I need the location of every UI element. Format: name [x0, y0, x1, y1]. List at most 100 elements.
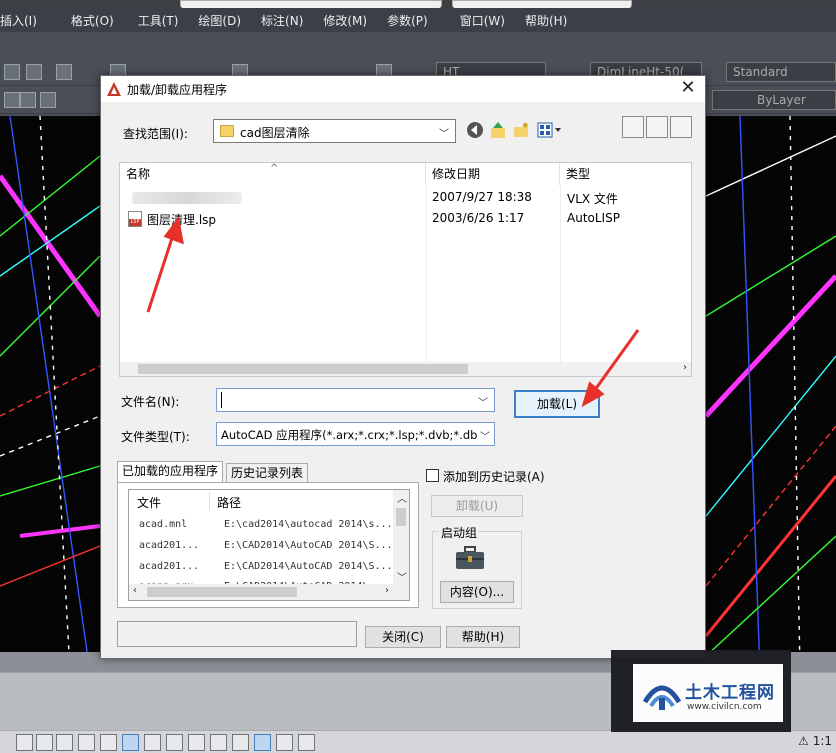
loaded-apps-list[interactable]: 文件 路径 acad.mnl E:\cad2014\autocad 2014\s… — [128, 489, 410, 601]
scroll-right-icon[interactable]: › — [683, 362, 687, 373]
scroll-right-icon[interactable]: › — [385, 585, 389, 596]
views-icon[interactable] — [537, 121, 563, 139]
sun-icon[interactable] — [40, 92, 56, 108]
blurred-filename — [132, 192, 242, 204]
help-button[interactable]: 帮助(H) — [446, 626, 520, 648]
find-file-icon[interactable] — [622, 116, 644, 138]
menu-draw[interactable]: 绘图(D) — [188, 12, 251, 29]
dialog-title-bar: 加载/卸载应用程序 ✕ — [101, 76, 705, 102]
loaded-app-file: acad.mnl — [139, 519, 188, 530]
column-header-type[interactable]: 类型 — [560, 163, 691, 185]
menu-bar: 插入(I) 格式(O) 工具(T) 绘图(D) 标注(N) 修改(M) 参数(P… — [0, 8, 836, 32]
look-in-combo[interactable]: cad图层清除 ﹀ — [213, 119, 456, 143]
undo-icon[interactable] — [56, 64, 72, 80]
horizontal-scrollbar[interactable]: › — [120, 362, 691, 376]
ucs-icon[interactable] — [188, 734, 205, 751]
open-icon[interactable] — [4, 64, 20, 80]
menu-insert[interactable]: 插入(I) — [0, 12, 47, 29]
file-row[interactable]: LSP 图层清理.lsp 2003/6/26 1:17 AutoLISP — [120, 208, 691, 229]
filetype-label: 文件类型(T): — [121, 430, 190, 444]
filename-combo[interactable]: ﹀ — [216, 388, 495, 412]
watermark-title: 土木工程网 — [685, 683, 775, 703]
file-list[interactable]: ^ 名称 修改日期 类型 2007/9/27 18:38 VLX 文件 LSP … — [119, 162, 692, 377]
horizontal-scrollbar[interactable]: ‹ › — [129, 584, 409, 600]
lwt-icon[interactable] — [232, 734, 249, 751]
annotation-scale-value: 1:1 — [812, 734, 832, 748]
dyn-icon[interactable] — [210, 734, 227, 751]
startup-suite-label: 启动组 — [439, 524, 480, 541]
briefcase-icon — [456, 546, 484, 569]
menu-modify[interactable]: 修改(M) — [313, 12, 377, 29]
svg-text:✸: ✸ — [522, 121, 529, 130]
contents-button[interactable]: 内容(O)... — [440, 581, 514, 603]
new-folder-icon[interactable]: ✸ — [512, 121, 530, 139]
osnap-icon[interactable] — [122, 734, 139, 751]
linetype-combo[interactable]: ByLayer — [712, 90, 836, 110]
sc-icon[interactable] — [298, 734, 315, 751]
close-icon[interactable]: ✕ — [677, 78, 699, 100]
chevron-down-icon: ﹀ — [439, 129, 449, 140]
add-to-favorites-icon[interactable] — [670, 116, 692, 138]
status-message-field — [117, 621, 357, 647]
column-header-path[interactable]: 路径 — [217, 494, 241, 511]
load-button[interactable]: 加载(L) — [514, 390, 600, 418]
grid-icon[interactable] — [56, 734, 73, 751]
vertical-scrollbar[interactable]: ︿ ﹀ — [393, 490, 409, 584]
look-in-value: cad图层清除 — [240, 126, 310, 140]
loaded-app-path: E:\cad2014\autocad 2014\s... — [224, 519, 393, 530]
web-search-icon[interactable] — [646, 116, 668, 138]
otrack-icon[interactable] — [166, 734, 183, 751]
tab-loaded-apps[interactable]: 已加载的应用程序 — [117, 461, 224, 483]
menu-parameters[interactable]: 参数(P) — [377, 12, 438, 29]
add-to-history-checkbox[interactable] — [426, 469, 439, 482]
filename-label: 文件名(N): — [121, 395, 180, 409]
search-box[interactable] — [452, 0, 632, 8]
scrollbar-thumb[interactable] — [147, 587, 297, 597]
back-icon[interactable] — [466, 121, 484, 139]
save-icon[interactable] — [26, 64, 42, 80]
loaded-app-file: acad201... — [139, 540, 200, 551]
scrollbar-thumb[interactable] — [138, 364, 468, 374]
document-tab[interactable] — [180, 0, 442, 8]
status-bar: ⚠ 1:1 — [0, 730, 836, 753]
snap-icon[interactable] — [36, 734, 53, 751]
scrollbar-thumb[interactable] — [396, 508, 406, 526]
close-button[interactable]: 关闭(C) — [365, 626, 441, 648]
autocad-logo-icon — [107, 82, 121, 96]
menu-format[interactable]: 格式(O) — [47, 12, 124, 29]
annotation-scale[interactable]: ⚠ 1:1 — [798, 734, 832, 748]
up-folder-icon[interactable] — [489, 121, 507, 139]
column-header-file[interactable]: 文件 — [137, 494, 161, 511]
tab-history-list[interactable]: 历史记录列表 — [226, 463, 309, 483]
tpy-icon[interactable] — [254, 734, 271, 751]
load-unload-dialog: 加载/卸载应用程序 ✕ 查找范围(I): cad图层清除 ﹀ ✸ ^ 名称 修改… — [100, 75, 706, 659]
qp-icon[interactable] — [276, 734, 293, 751]
ortho-icon[interactable] — [78, 734, 95, 751]
3dosnap-icon[interactable] — [144, 734, 161, 751]
loaded-app-path: E:\CAD2014\AutoCAD 2014\S... — [224, 540, 393, 551]
menu-help[interactable]: 帮助(H) — [515, 12, 577, 29]
look-in-label: 查找范围(I): — [123, 127, 188, 141]
linetype-value: ByLayer — [757, 93, 806, 107]
annotation-scale-icon: ⚠ — [798, 734, 809, 748]
column-header-name[interactable]: 名称 — [120, 163, 426, 185]
menu-tools[interactable]: 工具(T) — [124, 12, 189, 29]
infer-icon[interactable] — [16, 734, 33, 751]
column-header-date[interactable]: 修改日期 — [426, 163, 560, 185]
bulb-icon[interactable] — [20, 92, 36, 108]
menu-window[interactable]: 窗口(W) — [438, 12, 515, 29]
polar-icon[interactable] — [100, 734, 117, 751]
app-title-bar — [0, 0, 836, 8]
table-style-combo[interactable]: Standard — [726, 62, 836, 82]
scroll-left-icon[interactable]: ‹ — [133, 585, 137, 596]
folder-icon — [220, 125, 234, 137]
scroll-down-icon[interactable]: ﹀ — [397, 569, 407, 584]
scroll-up-icon[interactable]: ︿ — [397, 490, 407, 505]
file-row[interactable]: 2007/9/27 18:38 VLX 文件 — [120, 187, 691, 208]
watermark: 土木工程网 www.civilcn.com — [611, 650, 791, 732]
layer-icon[interactable] — [4, 92, 20, 108]
unload-button[interactable]: 卸载(U) — [431, 495, 523, 517]
filetype-value: AutoCAD 应用程序(*.arx;*.crx;*.lsp;*.dvb;*.d… — [221, 428, 485, 442]
menu-dimension[interactable]: 标注(N) — [251, 12, 313, 29]
filetype-combo[interactable]: AutoCAD 应用程序(*.arx;*.crx;*.lsp;*.dvb;*.d… — [216, 422, 495, 446]
